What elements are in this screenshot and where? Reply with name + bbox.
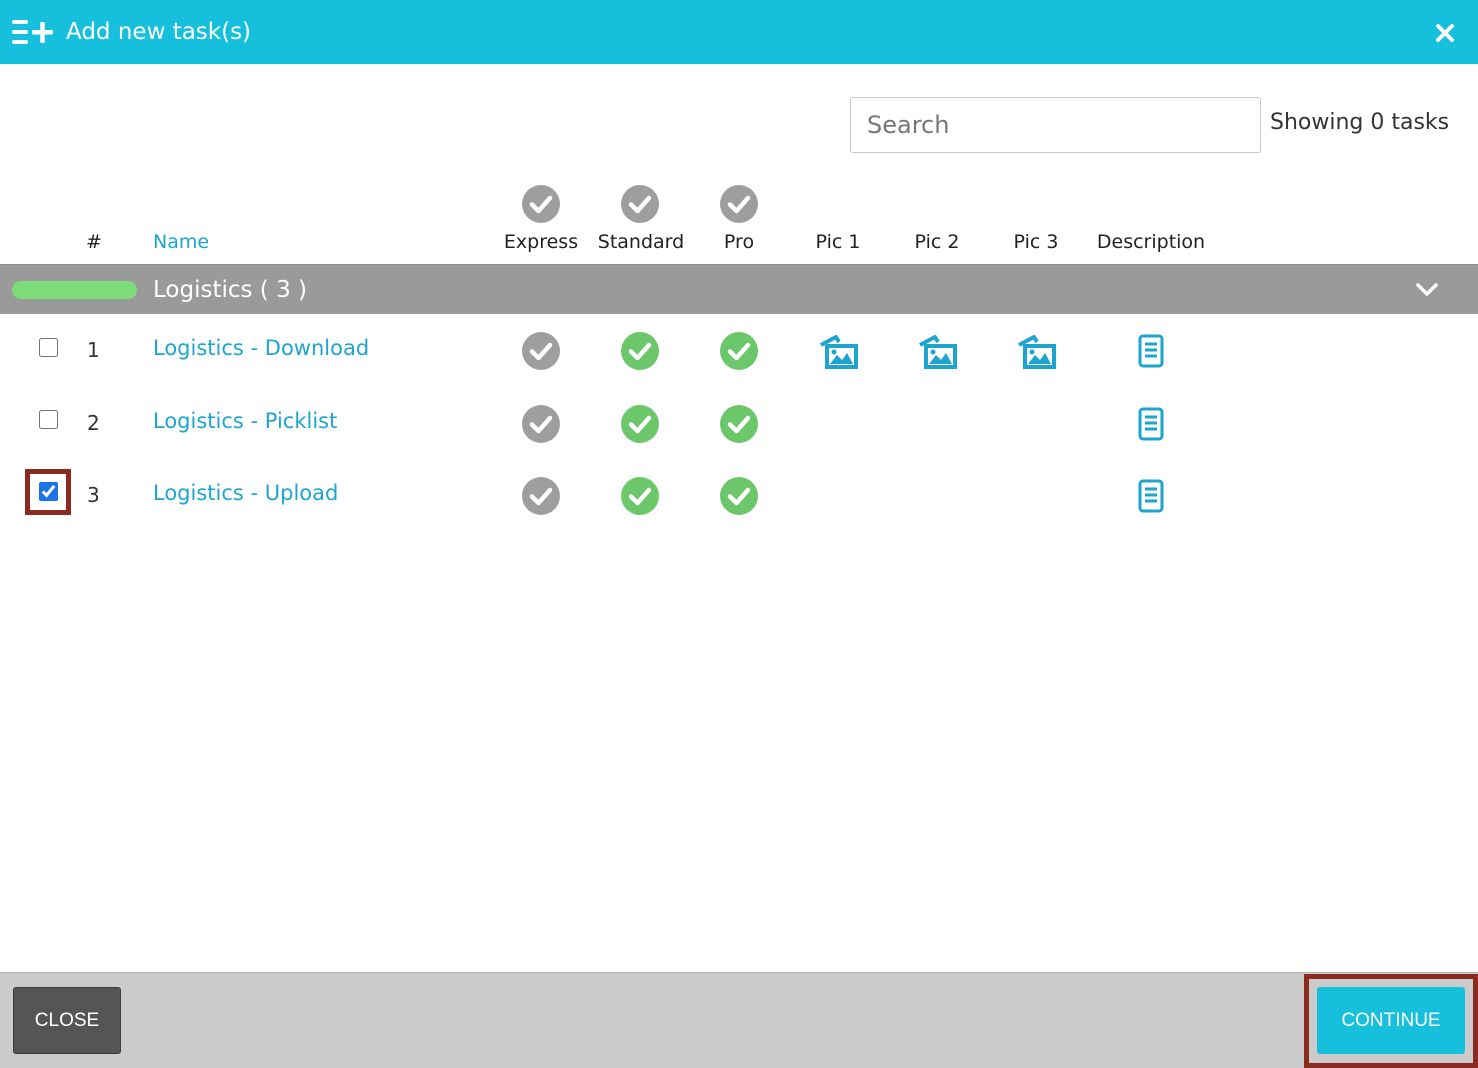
dialog-footer: CLOSE CONTINUE — [0, 972, 1478, 1068]
picture-icon[interactable] — [1016, 334, 1056, 370]
description-icon[interactable] — [1137, 479, 1165, 513]
pro-check-icon — [720, 185, 758, 223]
dialog-title: Add new task(s) — [66, 19, 252, 45]
close-icon[interactable] — [1432, 20, 1458, 46]
express-check-icon — [522, 405, 560, 443]
row-checkbox[interactable] — [39, 410, 58, 429]
standard-check-icon — [621, 185, 659, 223]
group-label: Logistics ( 3 ) — [153, 277, 308, 303]
row-checkbox[interactable] — [39, 482, 58, 501]
task-name-link[interactable]: Logistics - Download — [153, 336, 369, 360]
task-row: 3 Logistics - Upload — [0, 459, 1478, 531]
search-input[interactable] — [850, 97, 1261, 153]
picture-icon[interactable] — [917, 334, 957, 370]
column-header-pic-3: Pic 3 — [1013, 231, 1059, 253]
column-header-description: Description — [1096, 231, 1206, 253]
row-number: 1 — [87, 338, 100, 362]
column-header-number: # — [86, 231, 102, 253]
standard-check-icon — [621, 477, 659, 515]
task-row: 2 Logistics - Picklist — [0, 387, 1478, 459]
row-number: 2 — [87, 411, 100, 435]
group-color-pill — [12, 281, 137, 299]
continue-button[interactable]: CONTINUE — [1317, 987, 1465, 1054]
row-checkbox[interactable] — [39, 338, 58, 357]
column-header-name[interactable]: Name — [153, 228, 209, 256]
pro-check-icon — [720, 477, 758, 515]
task-name-link[interactable]: Logistics - Picklist — [153, 409, 337, 433]
express-check-icon — [522, 185, 560, 223]
express-check-icon — [522, 477, 560, 515]
pro-check-icon — [720, 405, 758, 443]
group-header-logistics[interactable]: Logistics ( 3 ) — [0, 264, 1478, 314]
description-icon[interactable] — [1137, 407, 1165, 441]
dialog-titlebar: Add new task(s) — [0, 0, 1478, 64]
pro-check-icon — [720, 332, 758, 370]
standard-check-icon — [621, 405, 659, 443]
picture-icon[interactable] — [818, 334, 858, 370]
column-header-standard: Standard — [597, 231, 685, 253]
close-button[interactable]: CLOSE — [13, 987, 121, 1054]
task-count-label: Showing 0 tasks — [1270, 110, 1450, 135]
column-header-pro: Pro — [723, 231, 755, 253]
column-header-pic-2: Pic 2 — [914, 231, 960, 253]
row-number: 3 — [87, 483, 100, 507]
description-icon[interactable] — [1137, 334, 1165, 368]
standard-check-icon — [621, 332, 659, 370]
add-list-icon — [12, 20, 53, 44]
column-header-pic-1: Pic 1 — [815, 231, 861, 253]
chevron-down-icon[interactable] — [1414, 277, 1440, 303]
column-header-express: Express — [503, 231, 579, 253]
express-check-icon — [522, 332, 560, 370]
task-name-link[interactable]: Logistics - Upload — [153, 481, 338, 505]
task-row: 1 Logistics - Download — [0, 314, 1478, 386]
